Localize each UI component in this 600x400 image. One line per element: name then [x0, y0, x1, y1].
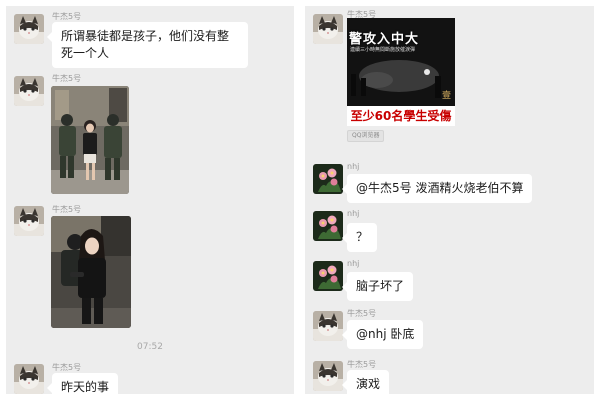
- sender-name: nhj: [347, 209, 360, 218]
- flower-avatar-icon[interactable]: [313, 164, 343, 194]
- cat-avatar-icon[interactable]: [14, 206, 44, 236]
- cat-avatar-icon[interactable]: [14, 76, 44, 106]
- news-title: 警攻入中大: [349, 32, 420, 47]
- right-chat-panel: 牛杰5号 警攻入中大 連續三小時無間斷施放催淚彈 壹 至少60名學生受傷 QQ浏…: [305, 6, 594, 394]
- message-timestamp: 07:52: [137, 342, 163, 352]
- sender-name: nhj: [347, 162, 360, 171]
- flower-avatar-icon[interactable]: [313, 211, 343, 241]
- message-bubble[interactable]: 脑子坏了: [341, 272, 414, 301]
- cat-avatar-icon[interactable]: [313, 311, 343, 341]
- sender-name: 牛杰5号: [52, 74, 82, 83]
- sender-name: nhj: [347, 259, 360, 268]
- sender-name: 牛杰5号: [347, 309, 377, 318]
- news-card[interactable]: 警攻入中大 連續三小時無間斷施放催淚彈 壹 至少60名學生受傷: [347, 18, 455, 126]
- sender-name: 牛杰5号: [52, 363, 82, 372]
- flower-avatar-icon[interactable]: [313, 261, 343, 291]
- left-chat-panel: 牛杰5号 所谓暴徒都是孩子，他们没有整死一个人 牛杰5号 牛杰5号 07:52 …: [6, 6, 294, 394]
- message-bubble[interactable]: ？: [341, 223, 378, 252]
- message-bubble[interactable]: 昨天的事: [46, 373, 119, 394]
- cat-avatar-icon[interactable]: [313, 14, 343, 44]
- news-headline: 至少60名學生受傷: [350, 109, 452, 123]
- cat-avatar-icon[interactable]: [313, 361, 343, 391]
- cat-avatar-icon[interactable]: [14, 364, 44, 394]
- sender-name: 牛杰5号: [347, 360, 377, 369]
- cat-avatar-icon[interactable]: [14, 14, 44, 44]
- message-bubble[interactable]: @nhj 卧底: [341, 320, 424, 349]
- source-app-label[interactable]: QQ浏览器: [347, 130, 385, 142]
- photo-message[interactable]: [51, 86, 129, 194]
- news-logo-mark: 壹: [441, 91, 451, 101]
- message-bubble[interactable]: 所谓暴徒都是孩子，他们没有整死一个人: [47, 22, 248, 68]
- sender-name: 牛杰5号: [52, 205, 82, 214]
- news-subtitle: 連續三小時無間斷施放催淚彈: [350, 47, 416, 53]
- message-bubble[interactable]: 演戏: [341, 370, 390, 394]
- message-bubble[interactable]: @牛杰5号 泼酒精火烧老伯不算: [341, 174, 533, 203]
- photo-message[interactable]: [51, 216, 131, 328]
- news-image: 警攻入中大 連續三小時無間斷施放催淚彈 壹: [347, 18, 455, 106]
- sender-name: 牛杰5号: [52, 12, 82, 21]
